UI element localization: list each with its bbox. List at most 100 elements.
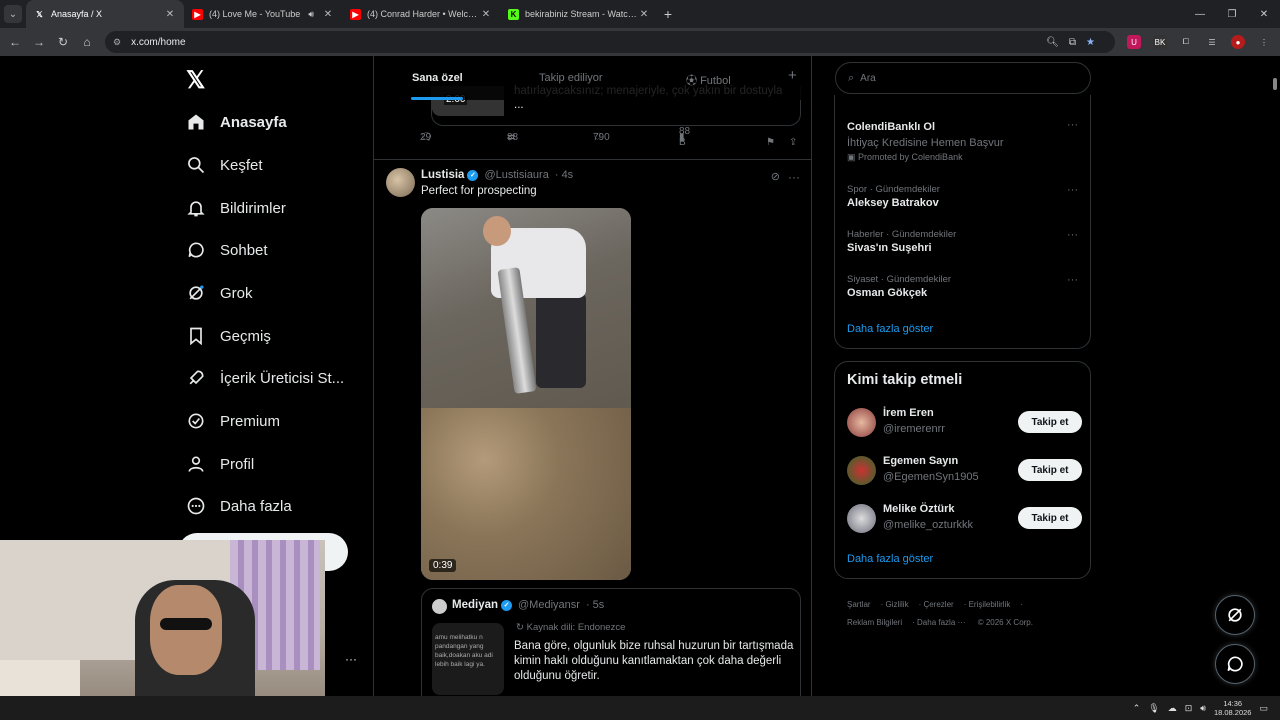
speaker-icon[interactable]: 🔊︎ xyxy=(308,9,314,20)
browser-menu-icon[interactable]: ⋮ xyxy=(1257,35,1271,49)
avatar[interactable] xyxy=(386,168,415,197)
avatar[interactable] xyxy=(432,599,447,614)
notification-icon[interactable]: ▭ xyxy=(1259,703,1268,714)
translation-source[interactable]: ↻ Kaynak dili: Endonezce xyxy=(516,622,625,633)
tab-following[interactable]: Takip ediliyor xyxy=(539,72,603,84)
forward-icon[interactable]: → xyxy=(27,30,51,54)
footer-link[interactable]: Reklam Bilgileri xyxy=(847,618,902,627)
more-options-icon[interactable]: ··· xyxy=(1067,274,1078,286)
extension-icon[interactable]: U xyxy=(1127,35,1141,49)
grok-explain-icon[interactable]: ⊘ xyxy=(771,170,780,183)
share-icon[interactable]: ⇪ xyxy=(789,137,797,148)
trend-item[interactable]: Spor · Gündemdekiler Aleksey Batrakov xyxy=(847,184,940,209)
profile-avatar-icon[interactable]: ● xyxy=(1231,35,1245,49)
more-options-icon[interactable]: ··· xyxy=(1067,184,1078,196)
video-frame xyxy=(483,216,511,246)
post-author[interactable]: Lustisia ✓ @Lustisiaura · 4s xyxy=(421,169,573,181)
sidebar-item-bookmarks[interactable]: Geçmiş xyxy=(186,321,271,351)
close-tab-icon[interactable]: ✕ xyxy=(480,9,492,20)
tab-title: (4) Love Me - YouTube xyxy=(209,9,301,19)
bookmark-icon[interactable]: ⚑ xyxy=(766,137,775,148)
site-info-icon[interactable]: ⚙ xyxy=(113,37,121,48)
microphone-icon[interactable]: 🎙︎ xyxy=(1148,703,1159,714)
avatar[interactable] xyxy=(847,456,876,485)
restore-icon[interactable]: ❐ xyxy=(1216,0,1248,28)
more-options-icon[interactable]: ··· xyxy=(1067,119,1078,131)
follow-suggestion[interactable]: Egemen Sayın @EgemenSyn1905 Takip et xyxy=(847,453,1082,489)
browser-tab[interactable]: K bekirabiniz Stream - Watch Live ✕ xyxy=(500,0,658,28)
home-browser-icon[interactable]: ⌂ xyxy=(75,30,99,54)
tab-for-you[interactable]: Sana özel xyxy=(412,72,463,84)
x-logo-icon[interactable]: 𝕏 xyxy=(186,66,205,95)
tab-football[interactable]: ⚽︎ Futbol xyxy=(686,72,731,88)
footer-link[interactable]: Şartlar xyxy=(847,600,871,609)
sidebar-item-label: Keşfet xyxy=(220,156,263,174)
sidebar-item-premium[interactable]: Premium xyxy=(186,406,280,436)
puzzle-icon[interactable]: ⧠ xyxy=(1179,35,1193,49)
sidebar-item-more[interactable]: Daha fazla xyxy=(186,491,292,521)
quote-thumbnail[interactable]: amu melihatku n pandangan yang baik,doak… xyxy=(432,623,504,695)
rocket-icon xyxy=(189,370,204,385)
sidebar-item-chat[interactable]: Sohbet xyxy=(186,235,268,265)
close-tab-icon[interactable]: ✕ xyxy=(638,9,650,20)
url-field[interactable]: ⚙ x.com/home 🔍︎ ⧉ ★ xyxy=(105,31,1115,53)
follow-button[interactable]: Takip et xyxy=(1018,507,1082,529)
browser-tab[interactable]: ▶ (4) Love Me - YouTube 🔊︎ ✕ xyxy=(184,0,342,28)
browser-tab[interactable]: 𝕏 Anasayfa / X ✕ xyxy=(26,0,184,28)
follow-button[interactable]: Takip et xyxy=(1018,411,1082,433)
avatar[interactable] xyxy=(847,504,876,533)
sidebar-item-notifications[interactable]: Bildirimler xyxy=(186,193,286,223)
close-window-icon[interactable]: ✕ xyxy=(1248,0,1280,28)
avatar[interactable] xyxy=(847,408,876,437)
bookmark-star-icon[interactable]: ★ xyxy=(1086,37,1095,48)
tray-chevron-icon[interactable]: ⌃ xyxy=(1133,703,1141,714)
quoted-post[interactable]: Mediyan ✓ @Mediyansr · 5s ↻ Kaynak dili:… xyxy=(421,588,801,696)
more-options-icon[interactable]: ··· xyxy=(788,170,800,184)
show-more-link[interactable]: Daha fazla göster xyxy=(847,553,933,565)
footer-link[interactable]: Gizlilik xyxy=(885,600,908,609)
network-icon[interactable]: ⊡ xyxy=(1185,703,1193,714)
add-tab-icon[interactable]: + xyxy=(788,67,797,84)
new-tab-button[interactable]: + xyxy=(658,6,678,22)
volume-icon[interactable]: 🔊︎ xyxy=(1200,703,1206,714)
reload-icon[interactable]: ↻ xyxy=(51,30,75,54)
tab-search-button[interactable]: ⌄ xyxy=(4,5,22,23)
sidebar-item-grok[interactable]: Grok xyxy=(186,278,253,308)
follow-suggestion[interactable]: İrem Eren @iremerenrr Takip et xyxy=(847,405,1082,441)
close-tab-icon[interactable]: ✕ xyxy=(164,9,176,20)
minimize-icon[interactable]: — xyxy=(1184,0,1216,28)
search-input[interactable]: ⌕ Ara xyxy=(835,62,1091,94)
trend-item[interactable]: Haberler · Gündemdekiler Sivas'ın Suşehr… xyxy=(847,229,956,254)
browser-tab[interactable]: ▶ (4) Conrad Harder • Welcome ✕ xyxy=(342,0,500,28)
close-tab-icon[interactable]: ✕ xyxy=(322,9,334,20)
follow-suggestion[interactable]: Melike Öztürk @melike_ozturkkk Takip et xyxy=(847,501,1082,537)
footer-link[interactable]: Erişilebilirlik xyxy=(969,600,1011,609)
side-panel-icon[interactable]: ☰ xyxy=(1205,35,1219,49)
sidebar-item-profile[interactable]: Profil xyxy=(186,449,254,479)
cloud-icon[interactable]: ☁︎ xyxy=(1168,703,1177,714)
zoom-icon[interactable]: 🔍︎ xyxy=(1046,37,1059,48)
clock[interactable]: 14:36 18.08.2026 xyxy=(1214,699,1252,717)
footer-link[interactable]: Daha fazla ··· xyxy=(917,618,965,627)
trends-panel: ColendiBanklı Ol İhtiyaç Kredisine Hemen… xyxy=(834,95,1091,349)
suggestion-handle: @melike_ozturkkk xyxy=(883,519,974,531)
trend-item[interactable]: ColendiBanklı Ol İhtiyaç Kredisine Hemen… xyxy=(847,119,1004,163)
more-options-icon[interactable]: ··· xyxy=(1067,229,1078,241)
scrollbar[interactable] xyxy=(1272,60,1278,690)
sidebar-item-explore[interactable]: Keşfet xyxy=(186,150,263,180)
post-video[interactable]: 0:39 xyxy=(421,208,631,580)
trend-item[interactable]: Siyaset · Gündemdekiler Osman Gökçek xyxy=(847,274,951,299)
account-more-icon[interactable]: ··· xyxy=(345,652,357,666)
back-icon[interactable]: ← xyxy=(3,30,27,54)
footer-link[interactable]: Çerezler xyxy=(923,600,953,609)
messages-float-button[interactable] xyxy=(1215,644,1255,684)
follow-button[interactable]: Takip et xyxy=(1018,459,1082,481)
install-icon[interactable]: ⧉ xyxy=(1069,37,1076,48)
sidebar-item-home[interactable]: Anasayfa xyxy=(186,107,287,137)
show-more-link[interactable]: Daha fazla göster xyxy=(847,323,933,335)
scrollbar-thumb[interactable] xyxy=(1273,78,1277,90)
grok-float-button[interactable] xyxy=(1215,595,1255,635)
sidebar-item-creator-studio[interactable]: İçerik Üreticisi St... xyxy=(186,363,344,393)
quote-author[interactable]: Mediyan ✓ @Mediyansr · 5s xyxy=(452,599,604,611)
extension-icon[interactable]: BK xyxy=(1153,35,1167,49)
